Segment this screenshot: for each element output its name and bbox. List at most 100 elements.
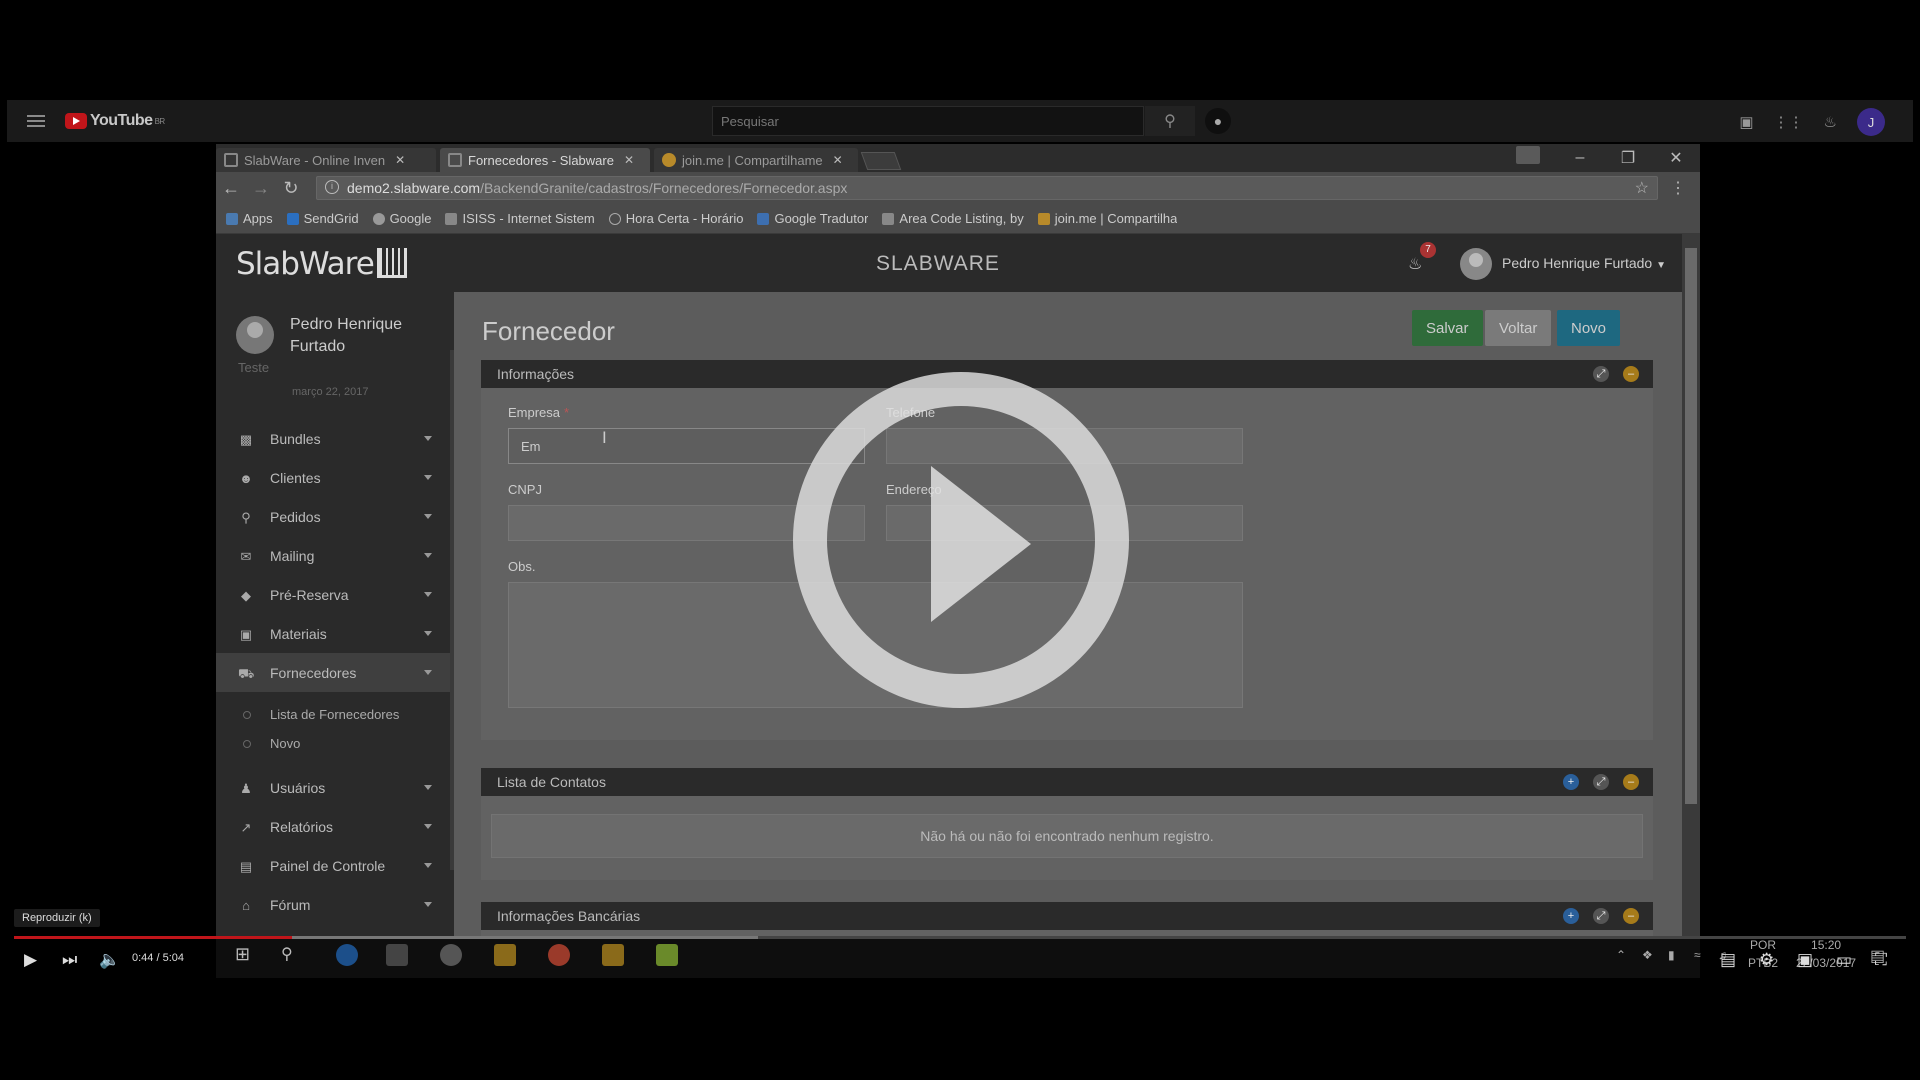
minimize-icon[interactable]: – (1556, 144, 1604, 172)
bookmark-google-tradutor[interactable]: Google Tradutor (757, 211, 868, 226)
sidebar-item-label: Fornecedores (270, 664, 357, 681)
youtube-header-actions: ▣ ⋮⋮ ♨ J (1739, 108, 1885, 136)
volume-icon[interactable]: 🔈 (99, 950, 120, 970)
bookmark-label: Apps (243, 211, 273, 226)
add-icon[interactable]: + (1563, 908, 1579, 924)
expand-icon[interactable]: ⤢ (1593, 908, 1609, 924)
app-header: SlabWare SLABWARE ♨ 7 Pedro Henrique Fur… (216, 234, 1682, 292)
envelope-icon: ✉ (240, 548, 252, 564)
site-info-icon[interactable]: i (325, 180, 339, 194)
avatar[interactable] (1460, 248, 1492, 280)
fullscreen-icon[interactable]: ⛶ (1875, 950, 1887, 970)
close-tab-icon[interactable]: ✕ (395, 153, 405, 167)
next-icon[interactable]: ⏭ (62, 950, 77, 970)
panel-header: Informações ⤢ – (481, 360, 1653, 388)
expand-icon[interactable]: ⤢ (1593, 366, 1609, 382)
page-title: Fornecedor (482, 316, 615, 346)
notification-bell-icon[interactable]: ♨ (1408, 254, 1424, 273)
theater-mode-icon[interactable]: ▭ (1836, 950, 1852, 970)
clock-icon (608, 212, 621, 225)
sidebar-item-materiais[interactable]: ▣ Materiais (216, 614, 454, 653)
sidebar-item-pedidos[interactable]: ⚲ Pedidos (216, 497, 454, 536)
microphone-icon[interactable]: ● (1205, 108, 1231, 134)
page-scrollbar[interactable] (1682, 234, 1700, 936)
sidebar-item-bundles[interactable]: ▩ Bundles (216, 419, 454, 458)
empresa-field[interactable]: Em (508, 428, 865, 464)
upload-video-icon[interactable]: ▣ (1739, 113, 1753, 131)
collapse-icon[interactable]: – (1623, 908, 1639, 924)
search-icon[interactable]: ⚲ (1145, 106, 1195, 136)
collapse-icon[interactable]: – (1623, 366, 1639, 382)
sidebar-menu: ▩ Bundles ☻ Clientes ⚲ Pedidos ✉ Mailing ◆ Pr… (216, 419, 454, 924)
subtitles-icon[interactable]: ▤ (1720, 950, 1736, 970)
expand-icon[interactable]: ⤢ (1593, 774, 1609, 790)
cnpj-label: CNPJ (508, 482, 542, 497)
bookmark-joinme[interactable]: join.me | Compartilha (1037, 211, 1177, 226)
sidebar-item-label: Relatórios (270, 818, 334, 835)
restore-icon[interactable]: ❐ (1604, 144, 1652, 172)
sidebar-item-painel-controle[interactable]: ▤ Painel de Controle (216, 846, 454, 885)
sidebar-subitem-label: Novo (270, 736, 301, 751)
sidebar-item-mailing[interactable]: ✉ Mailing (216, 536, 454, 575)
obs-label: Obs. (508, 559, 536, 574)
isiss-icon (445, 212, 458, 225)
slabware-favicon-icon (448, 153, 462, 167)
collapse-icon[interactable]: – (1623, 774, 1639, 790)
bookmark-isiss[interactable]: ISISS - Internet Sistem (445, 211, 595, 226)
close-window-icon[interactable]: ✕ (1652, 144, 1700, 172)
empresa-label: Empresa * (508, 405, 569, 420)
bookmark-apps[interactable]: Apps (226, 211, 273, 226)
chevron-down-icon: ▼ (1656, 260, 1666, 271)
play-tooltip: Reproduzir (k) (14, 909, 100, 927)
sidebar-item-fornecedores[interactable]: ⛟ Fornecedores (216, 653, 454, 692)
sidebar-user-role: Teste (238, 360, 270, 375)
bookmark-area-code[interactable]: Area Code Listing, by (882, 211, 1024, 226)
youtube-search-input[interactable]: Pesquisar (712, 106, 1144, 136)
reload-icon[interactable]: ↻ (276, 178, 306, 199)
hamburger-menu-icon[interactable] (27, 115, 45, 127)
forward-arrow-icon[interactable]: → (246, 178, 276, 199)
panel-title: Informações (497, 366, 575, 382)
browser-tab[interactable]: SlabWare - Online Inven ✕ (216, 148, 436, 172)
apps-grid-icon[interactable]: ⋮⋮ (1774, 113, 1804, 131)
cube-icon: ▣ (239, 626, 253, 642)
browser-profile-icon[interactable] (1516, 146, 1540, 164)
bookmark-star-icon[interactable]: ☆ (1635, 178, 1649, 198)
sidebar-item-usuarios[interactable]: ♟ Usuários (216, 768, 454, 807)
caret-down-icon (424, 670, 432, 675)
youtube-region: BR (154, 116, 166, 126)
sidebar-subitem-novo[interactable]: Novo (216, 729, 454, 758)
sidebar-item-clientes[interactable]: ☻ Clientes (216, 458, 454, 497)
sidebar-subitem-lista-fornecedores[interactable]: Lista de Fornecedores (216, 700, 454, 729)
new-button[interactable]: Novo (1557, 310, 1621, 346)
notifications-bell-icon[interactable]: ♨ (1824, 113, 1837, 131)
save-button[interactable]: Salvar (1412, 310, 1483, 346)
settings-gear-icon[interactable]: ⚙ (1759, 950, 1774, 970)
slabware-logo[interactable]: SlabWare (236, 246, 407, 282)
sidebar-item-pre-reserva[interactable]: ◆ Pré-Reserva (216, 575, 454, 614)
back-button[interactable]: Voltar (1485, 310, 1552, 346)
play-icon[interactable]: ▶ (24, 950, 37, 970)
browser-menu-icon[interactable]: ⋮ (1670, 178, 1686, 198)
scrollbar-thumb[interactable] (1685, 248, 1697, 804)
close-tab-icon[interactable]: ✕ (833, 153, 843, 167)
back-arrow-icon[interactable]: ← (216, 178, 246, 199)
bookmark-google[interactable]: Google (372, 211, 431, 226)
youtube-avatar[interactable]: J (1857, 108, 1885, 136)
browser-tab[interactable]: join.me | Compartilhame ✕ (654, 148, 858, 172)
youtube-logo[interactable]: YouTube BR (65, 112, 165, 130)
user-menu[interactable]: Pedro Henrique Furtado ▼ (1502, 255, 1666, 271)
add-icon[interactable]: + (1563, 774, 1579, 790)
new-tab-button[interactable] (860, 152, 902, 170)
url-path: /BackendGranite/cadastros/Fornecedores/F… (480, 180, 848, 196)
bookmark-hora-certa[interactable]: Hora Certa - Horário (608, 211, 743, 226)
bookmark-sendgrid[interactable]: SendGrid (286, 211, 359, 226)
sidebar-item-forum[interactable]: ⌂ Fórum (216, 885, 454, 924)
address-bar[interactable]: i demo2.slabware.com/BackendGranite/cada… (316, 176, 1658, 200)
sidebar-item-relatorios[interactable]: ↗ Relatórios (216, 807, 454, 846)
big-play-button-icon[interactable] (793, 372, 1129, 708)
close-tab-icon[interactable]: ✕ (624, 153, 634, 167)
progress-bar[interactable] (14, 936, 1906, 939)
miniplayer-icon[interactable]: ▣ (1797, 950, 1813, 970)
browser-tab-active[interactable]: Fornecedores - Slabware ✕ (440, 148, 650, 172)
